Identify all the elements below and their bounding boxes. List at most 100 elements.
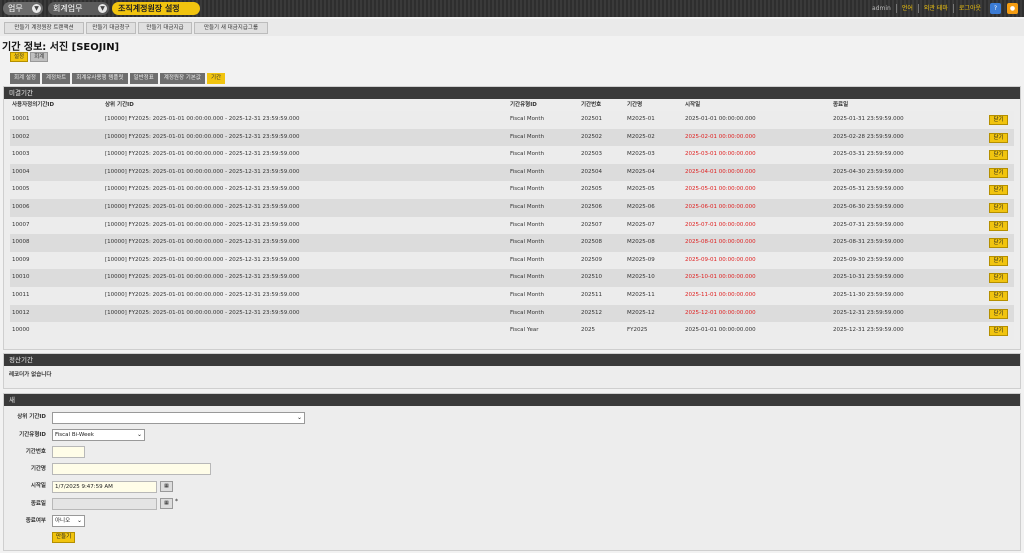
new-period-panel: 새 상위 기간ID ⌄ 기간유형ID Fiscal Bi-Week ⌄ 기간번호…	[3, 393, 1021, 551]
table-cell: [10000] FY2025: 2025-01-01 00:00:00.000 …	[105, 186, 300, 193]
parent-period-label: 상위 기간ID	[17, 414, 46, 420]
table-body: 10001 [10000] FY2025: 2025-01-01 00:00:00…	[10, 111, 1014, 340]
table-cell: 2025-11-30 23:59:59.000	[833, 291, 904, 298]
top-bar: 업무 ▼ 회계업무 ▼ 조직계정원장 설정 admin 언어 외관 테마 로그아…	[0, 0, 1024, 17]
column-header[interactable]: 종료일	[833, 100, 848, 111]
table-cell: M2025-03	[627, 151, 655, 158]
table-row: 10011 [10000] FY2025: 2025-01-01 00:00:00…	[10, 286, 1014, 305]
column-header[interactable]: 기간명	[627, 100, 642, 111]
close-period-button[interactable]: 닫기	[989, 132, 1008, 143]
create-invoice-button[interactable]: 만들기 대금청구	[86, 22, 136, 34]
period-type-label: 기간유형ID	[19, 432, 46, 438]
tab-chart-of-accounts[interactable]: 계정차트	[42, 73, 71, 84]
column-header[interactable]: 사용자정의기간ID	[12, 100, 54, 111]
close-period-button[interactable]: 닫기	[989, 150, 1008, 161]
tab-accounting-settings[interactable]: 회계 설정	[10, 73, 40, 84]
table-cell: 2025-06-30 23:59:59.000	[833, 203, 904, 210]
table-row: 10007 [10000] FY2025: 2025-01-01 00:00:00…	[10, 216, 1014, 235]
select-value: 아니오	[55, 518, 71, 524]
tab-settings[interactable]: 설정	[10, 52, 29, 62]
required-icon: *	[175, 498, 178, 505]
tab-periods[interactable]: 기간	[206, 73, 226, 84]
secondary-tabs: 회계 설정 계정차트 회계유사용행 템플릿 일반정표 계정원장 기본값 기간	[10, 73, 226, 84]
table-row: 10008 [10000] FY2025: 2025-01-01 00:00:00…	[10, 234, 1014, 252]
table-cell: 2025-09-30 23:59:59.000	[833, 256, 904, 263]
start-date-input[interactable]: 1/7/2025 9:47:59 AM	[52, 481, 157, 493]
chevron-down-icon[interactable]: ▼	[32, 4, 41, 13]
period-number-label: 기간번호	[25, 449, 46, 455]
chevron-down-icon[interactable]: ▼	[98, 4, 107, 13]
table-cell: Fiscal Month	[510, 151, 545, 158]
table-cell: 10002	[12, 133, 30, 140]
close-period-button[interactable]: 닫기	[989, 202, 1008, 213]
tab-accounting[interactable]: 회계	[30, 52, 49, 62]
period-type-select[interactable]: Fiscal Bi-Week ⌄	[52, 429, 145, 441]
table-cell: M2025-05	[627, 186, 655, 193]
crumb-accounting[interactable]: 회계업무 ▼	[48, 2, 109, 15]
page-title: 기간 정보: 서진 [SEOJIN]	[2, 42, 120, 53]
table-cell: 10006	[12, 203, 30, 210]
table-cell: 10007	[12, 221, 30, 228]
open-periods-table: 사용자정의기간ID 상위 기간ID 기간유형ID 기간번호 기간명 시작일 종료…	[10, 100, 1014, 340]
end-date-input[interactable]	[52, 498, 157, 510]
close-period-button[interactable]: 닫기	[989, 220, 1008, 231]
table-cell: 2025-10-31 23:59:59.000	[833, 274, 904, 281]
table-cell: M2025-07	[627, 221, 655, 228]
table-row: 10003 [10000] FY2025: 2025-01-01 00:00:00…	[10, 146, 1014, 164]
panel-title: 미결기간	[4, 87, 1020, 99]
table-cell: 10000	[12, 327, 30, 334]
calendar-icon[interactable]: ▦	[160, 498, 173, 509]
table-cell: [10000] FY2025: 2025-01-01 00:00:00.000 …	[105, 309, 300, 316]
period-number-input[interactable]	[52, 446, 85, 458]
table-cell: Fiscal Month	[510, 256, 545, 263]
table-cell: 2025-05-31 23:59:59.000	[833, 186, 904, 193]
closed-flag-select[interactable]: 아니오 ⌄	[52, 515, 85, 527]
column-header[interactable]: 기간번호	[581, 100, 601, 111]
column-header[interactable]: 시작일	[685, 100, 700, 111]
create-button[interactable]: 만들기	[52, 532, 76, 543]
create-gl-transaction-button[interactable]: 만들기 계정원장 트랜잭션	[4, 22, 84, 34]
table-cell: 202511	[581, 291, 602, 298]
crumb-label: 회계업무	[53, 4, 83, 13]
tab-gl-defaults[interactable]: 계정원장 기본값	[159, 73, 205, 84]
language-link[interactable]: 언어	[895, 4, 918, 13]
help-icon[interactable]: ?	[990, 3, 1001, 14]
table-cell: 10004	[12, 168, 30, 175]
select-value: Fiscal Bi-Week	[55, 432, 94, 438]
chevron-down-icon: ⌄	[136, 431, 142, 438]
theme-link[interactable]: 외관 테마	[917, 4, 953, 13]
close-period-button[interactable]: 닫기	[989, 255, 1008, 266]
close-period-button[interactable]: 닫기	[989, 238, 1008, 249]
create-payment-group-button[interactable]: 만들기 새 대금지급그룹	[194, 22, 268, 34]
crumb-label: 조직계정원장 설정	[118, 4, 180, 13]
close-period-button[interactable]: 닫기	[989, 185, 1008, 196]
close-period-button[interactable]: 닫기	[989, 167, 1008, 178]
close-period-button[interactable]: 닫기	[989, 273, 1008, 284]
table-cell: Fiscal Month	[510, 274, 545, 281]
close-period-button[interactable]: 닫기	[989, 326, 1008, 337]
column-header[interactable]: 기간유형ID	[510, 100, 537, 111]
create-payment-button[interactable]: 만들기 대금지급	[138, 22, 192, 34]
table-cell: [10000] FY2025: 2025-01-01 00:00:00.000 …	[105, 274, 300, 281]
table-cell: M2025-02	[627, 133, 655, 140]
table-cell: [10000] FY2025: 2025-01-01 00:00:00.000 …	[105, 168, 300, 175]
table-row: 10010 [10000] FY2025: 2025-01-01 00:00:00…	[10, 269, 1014, 287]
parent-period-select[interactable]: ⌄	[52, 412, 305, 424]
close-period-button[interactable]: 닫기	[989, 115, 1008, 125]
table-cell: 2025-03-31 23:59:59.000	[833, 151, 904, 158]
close-period-button[interactable]: 닫기	[989, 290, 1008, 301]
notification-icon[interactable]: ●	[1007, 3, 1018, 14]
close-period-button[interactable]: 닫기	[989, 308, 1008, 319]
calendar-icon[interactable]: ▦	[160, 481, 173, 492]
sub-menu: 만들기 계정원장 트랜잭션 만들기 대금청구 만들기 대금지급 만들기 새 대금…	[0, 19, 1024, 36]
tab-transaction-templates[interactable]: 회계유사용행 템플릿	[72, 73, 128, 84]
panel-title: 새	[4, 394, 1020, 406]
period-name-input[interactable]	[52, 463, 211, 475]
logout-link[interactable]: 로그아웃	[952, 4, 986, 13]
table-cell: Fiscal Month	[510, 168, 545, 175]
crumb-business[interactable]: 업무 ▼	[3, 2, 43, 15]
table-cell: 10010	[12, 274, 30, 281]
empty-message: 레코더가 없습니다	[9, 372, 52, 378]
tab-journals[interactable]: 일반정표	[129, 73, 158, 84]
column-header[interactable]: 상위 기간ID	[105, 100, 134, 111]
